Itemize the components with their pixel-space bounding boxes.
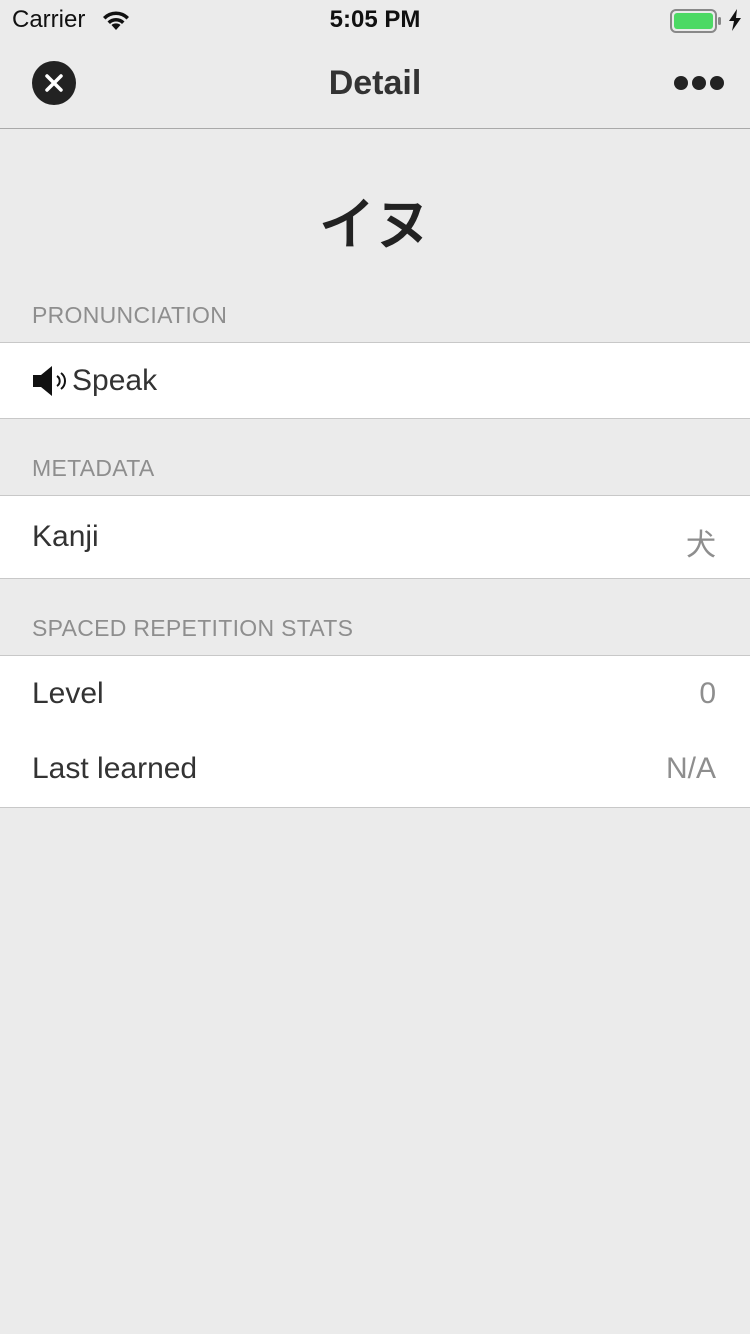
- more-icon-dot: [692, 76, 706, 90]
- last-learned-value: N/A: [665, 752, 716, 785]
- bolt-icon: [729, 9, 741, 31]
- page-title: Detail: [328, 64, 422, 102]
- speak-label: Speak: [72, 364, 158, 397]
- navigation-bar: Detail: [0, 40, 750, 129]
- metadata-header: METADATA: [32, 455, 155, 481]
- headword: イヌ: [319, 193, 431, 258]
- speaker-icon: [33, 366, 66, 396]
- stats-header: SPACED REPETITION STATS: [32, 615, 354, 641]
- more-button[interactable]: [668, 68, 724, 98]
- more-icon: [674, 76, 688, 90]
- kanji-value: 犬: [686, 528, 716, 563]
- more-icon-dot: [710, 76, 724, 90]
- last-learned-label: Last learned: [32, 752, 198, 785]
- level-label: Level: [32, 677, 104, 710]
- kanji-row: Kanji 犬: [0, 495, 750, 579]
- last-learned-row: Last learned N/A: [0, 731, 750, 808]
- level-row: Level 0: [0, 655, 750, 732]
- level-value: 0: [699, 677, 716, 710]
- speak-row[interactable]: Speak: [0, 342, 750, 419]
- kanji-label: Kanji: [32, 520, 99, 553]
- status-time: 5:05 PM: [329, 6, 421, 33]
- battery-icon: [670, 9, 721, 33]
- pronunciation-header: PRONUNCIATION: [32, 302, 228, 328]
- status-bar: Carrier 5:05 PM: [0, 0, 750, 40]
